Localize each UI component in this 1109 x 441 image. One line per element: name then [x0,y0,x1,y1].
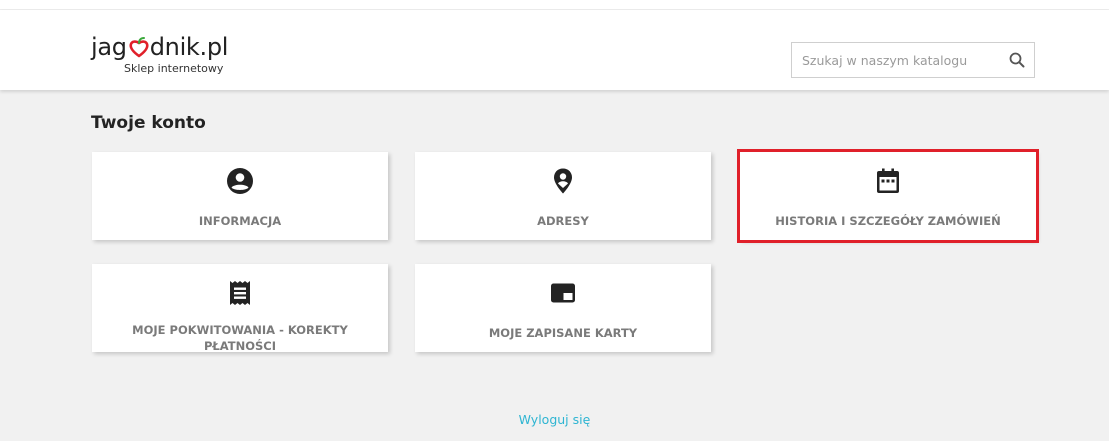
logo-tagline: Sklep internetowy [124,62,224,75]
account-card-saved-cards[interactable]: Moje zapisane karty [415,264,711,352]
account-main: Twoje konto Informacja Adresy Historia i… [0,90,1109,441]
account-card-order-history[interactable]: Historia i szczegóły zamówień [737,149,1039,243]
site-logo[interactable]: jag dnik.pl Sklep internetowy [91,32,251,82]
calendar-icon [877,168,899,193]
account-card-addresses[interactable]: Adresy [415,152,711,240]
site-header: jag dnik.pl Sklep internetowy [0,10,1109,90]
card-label: Historia i szczegóły zamówień [775,214,1001,228]
credit-card-icon [551,283,575,303]
search-button[interactable] [1008,51,1026,69]
search-input[interactable] [792,43,1002,77]
strawberry-icon [129,37,149,58]
account-circle-icon [227,168,253,194]
account-card-credit-slips[interactable]: Moje pokwitowania - korekty płatności [92,264,388,353]
page-title: Twoje konto [91,113,206,133]
logout-link[interactable]: Wyloguj się [0,412,1109,427]
card-label: Adresy [537,214,589,228]
card-label: Informacja [198,214,282,228]
card-label: Moje pokwitowania - korekty płatności [132,323,348,353]
logo-text-end: dnik.pl [149,33,229,61]
account-card-information[interactable]: Informacja [92,152,388,240]
logo-text-start: jag [91,33,127,61]
search-box [791,42,1035,78]
receipt-icon [230,281,250,305]
logo-wordmark: jag dnik.pl [91,32,228,62]
map-pin-icon [554,168,572,194]
search-icon [1009,52,1025,68]
card-label: Moje zapisane karty [488,326,638,340]
